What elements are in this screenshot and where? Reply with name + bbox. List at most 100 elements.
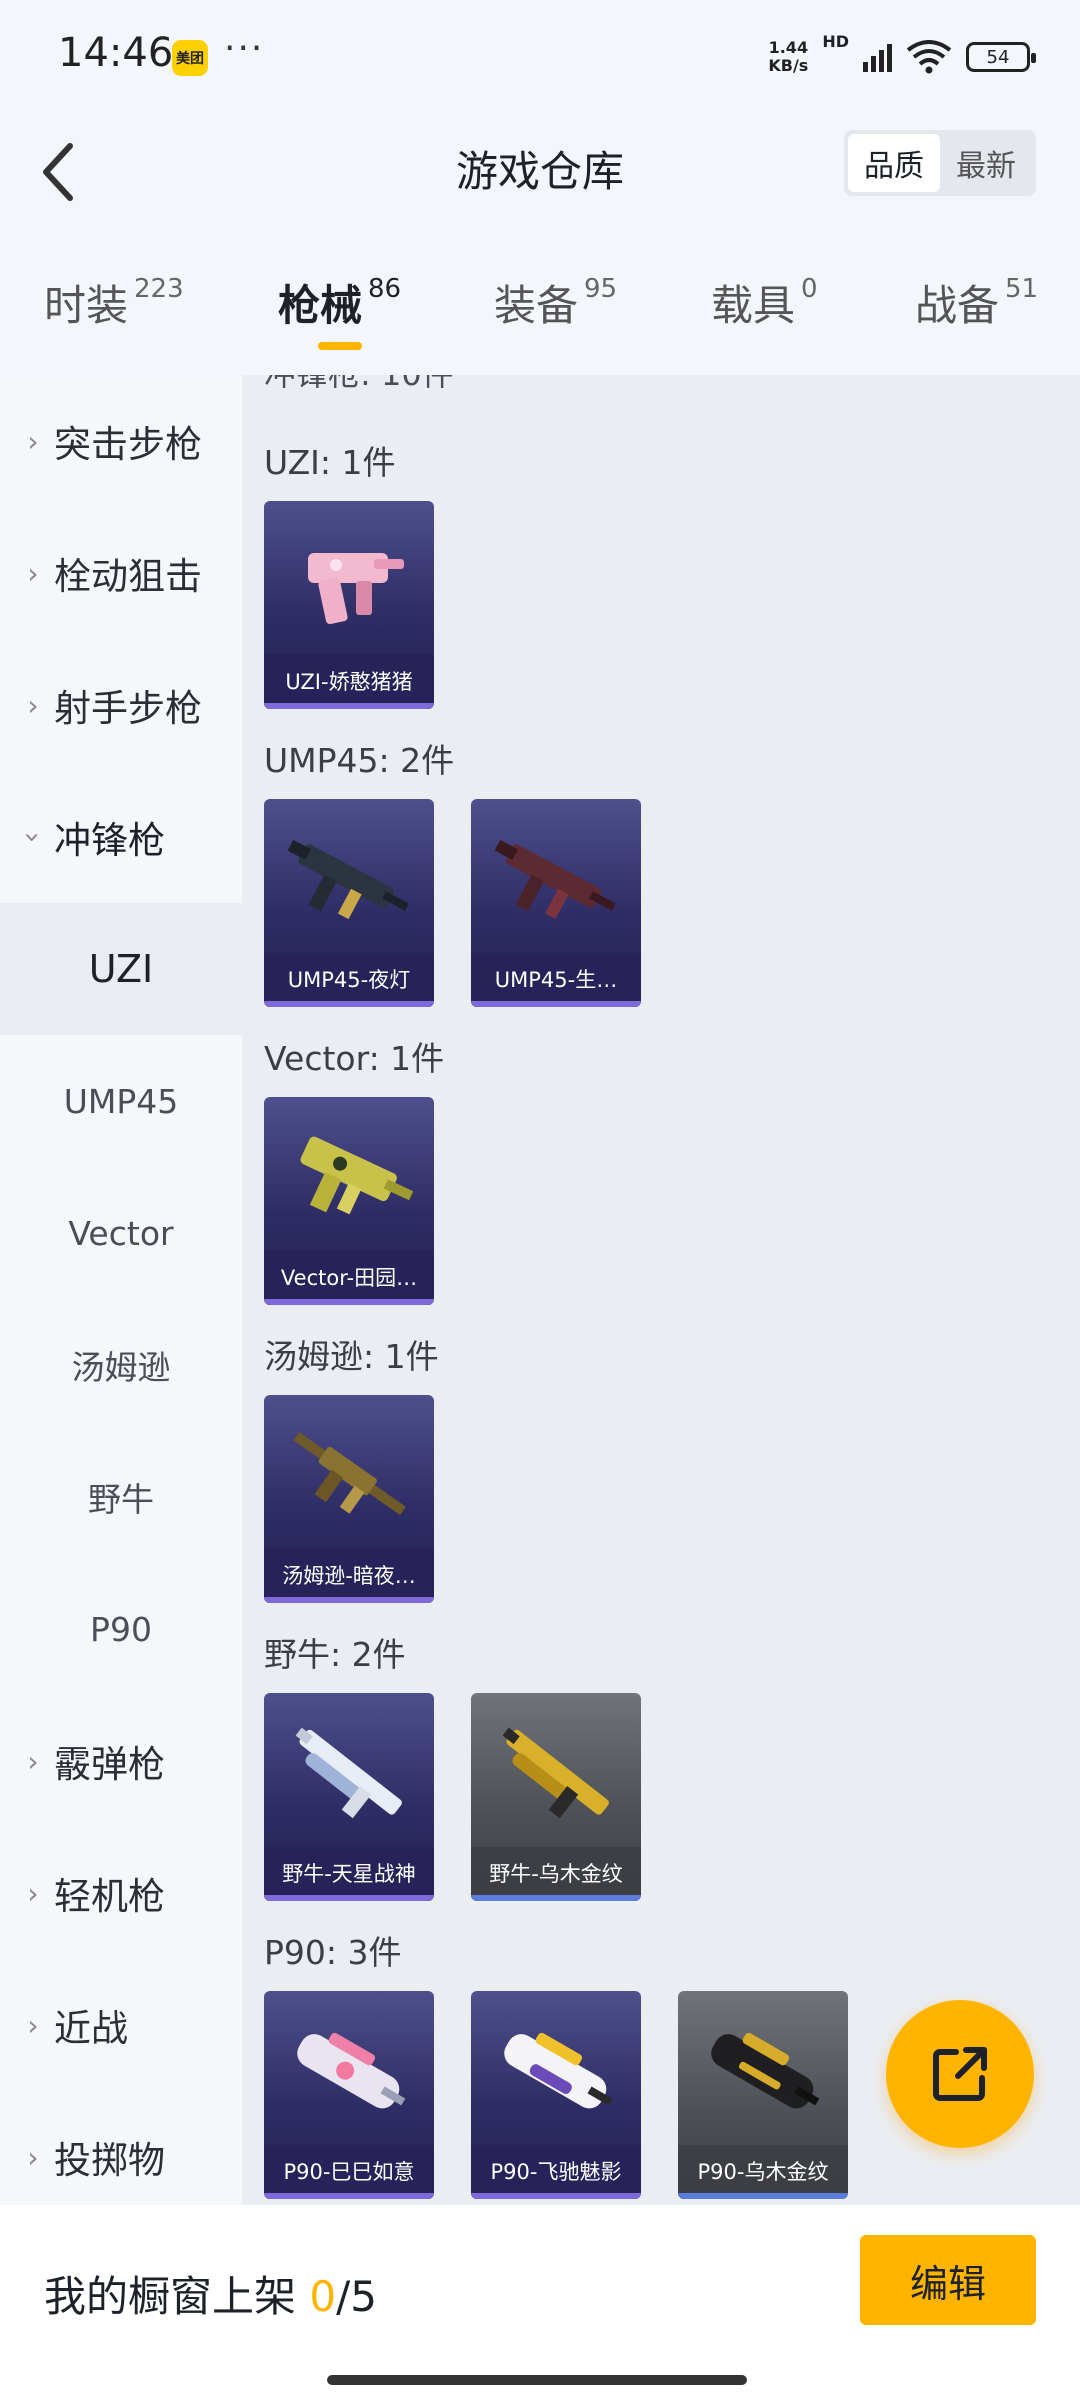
weapon-group-uzi: UZI: 1件 UZI-娇憨猪猪 [264,433,434,709]
hd-label: HD [822,32,849,51]
weapon-card[interactable]: P90-飞驰魅影 [471,1991,641,2199]
sidebar-item-smg[interactable]: › 冲锋枪 [0,771,242,903]
tab-supplies[interactable]: 战备 51 [915,272,1038,333]
status-indicators: 1.44 KB/s HD 54 [768,32,1036,82]
sidebar-subitem-thompson[interactable]: 汤姆逊 [0,1299,242,1431]
weapon-card-label: 野牛-天星战神 [264,1847,434,1901]
weapon-card-label: 汤姆逊-暗夜… [264,1549,434,1603]
showcase-current-count: 0 [309,2272,337,2321]
p90-yellow-weapon-icon [504,2032,613,2109]
chevron-right-icon: › [27,1744,39,1778]
weapon-card-label: UMP45-夜灯 [264,953,434,1007]
sidebar-item-label: 霰弹枪 [54,1743,165,1786]
weapon-group-ump45: UMP45: 2件 UMP45-夜灯 UMP45-生… [264,731,641,1007]
group-title: Vector: 1件 [264,1039,445,1078]
pink-uzi-weapon-icon [308,553,404,625]
bizon-gold-weapon-icon [502,1727,609,1819]
tab-label: 时装 [44,281,129,330]
chevron-right-icon: › [27,424,39,458]
weapon-card[interactable]: Vector-田园… [264,1097,434,1305]
status-bar: 14:46 美团 ··· 1.44 KB/s HD 54 [0,0,1080,110]
sidebar-item-label: 轻机枪 [54,1875,165,1918]
network-speed: 1.44 KB/s [768,38,809,75]
sidebar-item-marksman-rifle[interactable]: › 射手步枪 [0,639,242,771]
sort-toggle: 品质 最新 [844,130,1036,196]
chevron-right-icon: › [27,2008,39,2042]
showcase-label: 我的橱窗上架 [44,2272,297,2321]
weapon-card-label: 野牛-乌木金纹 [471,1847,641,1901]
chevron-right-icon: › [27,688,39,722]
group-title: UMP45: 2件 [264,741,455,780]
weapon-card[interactable]: P90-乌木金纹 [678,1991,848,2199]
weapon-card-label: P90-巳巳如意 [264,2145,434,2199]
wifi-icon [906,40,952,74]
sidebar-subitem-p90[interactable]: P90 [0,1563,242,1695]
tab-equipment[interactable]: 装备 95 [494,272,617,333]
tab-count: 0 [801,274,818,304]
signal-icon [863,42,892,72]
weapon-group-bizon: 野牛: 2件 野牛-天星战神 野牛-乌木金纹 [264,1625,641,1901]
category-tabs: 时装 223 枪械 86 装备 95 载具 0 战备 51 [0,260,1080,375]
tab-label: 装备 [494,281,579,330]
weapon-card[interactable]: UMP45-生… [471,799,641,1007]
section-heading-smg: 冲锋枪: 10件 [264,375,454,395]
share-button[interactable] [886,2000,1034,2148]
group-title: 汤姆逊: 1件 [264,1337,439,1376]
weapon-card[interactable]: UZI-娇憨猪猪 [264,501,434,709]
sidebar-subitem-bizon[interactable]: 野牛 [0,1431,242,1563]
sidebar-subitem-uzi[interactable]: UZI [0,903,242,1035]
tab-firearms[interactable]: 枪械 86 [278,272,401,333]
tab-outfits[interactable]: 时装 223 [44,272,184,333]
weapon-group-thompson: 汤姆逊: 1件 汤姆逊-暗夜… [264,1327,439,1603]
sidebar-item-label: 近战 [54,2007,128,2050]
chevron-right-icon: › [27,1876,39,1910]
weapon-list: 冲锋枪: 10件 UZI: 1件 UZI-娇憨猪猪 UMP45: 2件 [242,375,1080,2205]
sidebar-subitem-vector[interactable]: Vector [0,1167,242,1299]
weapon-card[interactable]: UMP45-夜灯 [264,799,434,1007]
share-external-icon [933,2047,987,2101]
weapon-card-label: UZI-娇憨猪猪 [264,655,434,709]
sidebar-item-lmg[interactable]: › 轻机枪 [0,1827,242,1959]
tab-label: 战备 [915,281,1000,330]
home-indicator[interactable] [327,2375,747,2385]
sidebar-subitem-ump45[interactable]: UMP45 [0,1035,242,1167]
tab-count: 86 [368,274,402,304]
p90-gold-weapon-icon [711,2032,820,2109]
sidebar-item-shotgun[interactable]: › 霰弹枪 [0,1695,242,1827]
weapon-card[interactable]: 野牛-天星战神 [264,1693,434,1901]
bottom-bar: 我的橱窗上架 0/5 编辑 [0,2205,1080,2400]
sidebar-item-melee[interactable]: › 近战 [0,1959,242,2091]
sidebar-item-label: 射手步枪 [54,687,202,730]
chevron-right-icon: › [27,556,39,590]
sort-quality-option[interactable]: 品质 [848,134,940,192]
group-title: P90: 3件 [264,1933,402,1972]
ump45-night-lamp-weapon-icon [287,839,409,920]
weapon-category-sidebar: › 突击步枪 › 栓动狙击 › 射手步枪 › 冲锋枪 UZI UMP45 Vec… [0,375,242,2205]
tab-label: 枪械 [278,281,363,330]
chevron-down-icon: › [16,831,50,843]
weapon-card-label: P90-飞驰魅影 [471,2145,641,2199]
meituan-app-icon: 美团 [172,40,208,76]
sidebar-item-label: 冲锋枪 [54,819,165,862]
sidebar-item-bolt-sniper[interactable]: › 栓动狙击 [0,507,242,639]
weapon-card[interactable]: P90-巳巳如意 [264,1991,434,2199]
status-time: 14:46 [58,30,174,76]
weapon-card-label: P90-乌木金纹 [678,2145,848,2199]
tab-vehicles[interactable]: 载具 0 [711,272,818,333]
sidebar-item-assault-rifle[interactable]: › 突击步枪 [0,375,242,507]
app-header: 游戏仓库 品质 最新 [0,110,1080,260]
sidebar-item-throwable[interactable]: › 投掷物 [0,2091,242,2205]
sort-latest-option[interactable]: 最新 [940,134,1032,192]
edit-button[interactable]: 编辑 [860,2235,1036,2325]
weapon-card[interactable]: 野牛-乌木金纹 [471,1693,641,1901]
showcase-status: 我的橱窗上架 0/5 [44,2263,377,2324]
tab-count: 95 [584,274,618,304]
chevron-right-icon: › [27,2140,39,2174]
weapon-card[interactable]: 汤姆逊-暗夜… [264,1395,434,1603]
weapon-group-vector: Vector: 1件 Vector-田园… [264,1029,444,1305]
battery-icon: 54 [966,42,1036,72]
vector-gold-weapon-icon [300,1136,414,1215]
active-tab-indicator [318,342,362,350]
sidebar-item-label: 栓动狙击 [54,555,202,598]
showcase-total: /5 [336,2272,377,2321]
